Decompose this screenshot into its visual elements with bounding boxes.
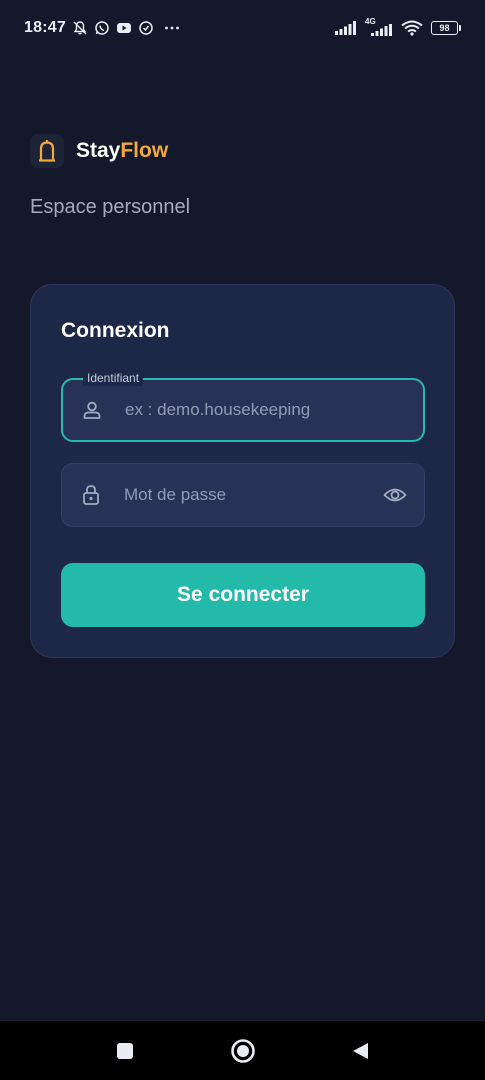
username-input[interactable] <box>125 380 375 440</box>
signal-icon <box>335 21 356 35</box>
navigation-bar <box>0 1021 485 1080</box>
status-time: 18:47 <box>24 19 66 36</box>
square-icon[interactable] <box>111 1037 139 1065</box>
username-field[interactable]: Identifiant <box>61 370 425 442</box>
brand-name-stay: Stay <box>76 139 121 162</box>
login-card: Connexion Identifiant Se connecter <box>30 284 455 658</box>
youtube-icon <box>116 23 131 33</box>
password-field[interactable] <box>61 463 425 527</box>
login-button[interactable]: Se connecter <box>61 563 425 627</box>
login-title: Connexion <box>61 319 170 342</box>
brand-header: StayFlow <box>30 134 168 168</box>
password-input[interactable] <box>124 464 374 526</box>
wifi-icon <box>401 20 423 36</box>
signal-4g-icon: 4G <box>365 17 393 37</box>
bell-off-icon <box>73 21 87 35</box>
eye-icon[interactable] <box>382 482 408 508</box>
brand-name: StayFlow <box>76 139 168 163</box>
home-circle-icon[interactable] <box>229 1037 257 1065</box>
brand-name-flow: Flow <box>120 139 169 162</box>
page-subtitle: Espace personnel <box>30 196 191 218</box>
whatsapp-icon <box>95 21 109 35</box>
lock-icon <box>80 484 102 506</box>
status-right: 4G 98 <box>335 17 461 37</box>
user-icon <box>81 399 103 421</box>
back-triangle-icon[interactable] <box>347 1037 375 1065</box>
battery-cap <box>459 25 461 31</box>
status-bar: 18:47 4G 98 <box>0 0 485 56</box>
more-icon <box>165 26 179 30</box>
battery-level: 98 <box>431 21 458 35</box>
sync-icon <box>139 21 153 35</box>
status-left: 18:47 <box>24 19 180 37</box>
battery-icon: 98 <box>431 21 461 35</box>
bell-tower-icon <box>30 134 64 168</box>
